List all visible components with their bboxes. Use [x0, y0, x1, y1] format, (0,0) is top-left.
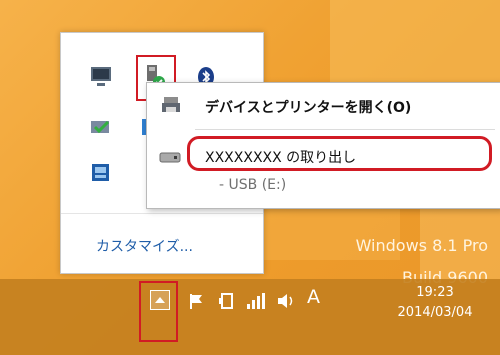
tablet-icon[interactable] — [218, 292, 236, 313]
display-icon[interactable] — [89, 161, 113, 185]
drive-icon — [159, 150, 183, 169]
flag-icon[interactable] — [188, 292, 206, 313]
menu-item-open-devices[interactable]: デバイスとプリンターを開く(O) — [205, 97, 411, 117]
windows-version-watermark: Windows 8.1 Pro — [355, 236, 488, 255]
highlight-box-eject — [187, 136, 492, 171]
customize-link[interactable]: カスタマイズ... — [96, 236, 193, 256]
highlight-box-chevron — [139, 281, 178, 342]
clock-date: 2014/03/04 — [397, 305, 473, 320]
taskbar-clock[interactable]: 19:23 2014/03/04 — [380, 283, 490, 323]
ime-indicator[interactable]: A — [307, 288, 320, 307]
menu-separator — [195, 129, 495, 130]
monitor-icon[interactable] — [89, 65, 113, 89]
menu-item-drive[interactable]: - USB (E:) — [219, 177, 286, 193]
action-center-icon[interactable] — [89, 115, 113, 139]
volume-icon[interactable] — [276, 292, 296, 313]
network-icon[interactable] — [246, 292, 266, 313]
popup-divider — [61, 213, 263, 214]
printer-icon — [161, 95, 185, 121]
clock-time: 19:23 — [416, 285, 454, 300]
